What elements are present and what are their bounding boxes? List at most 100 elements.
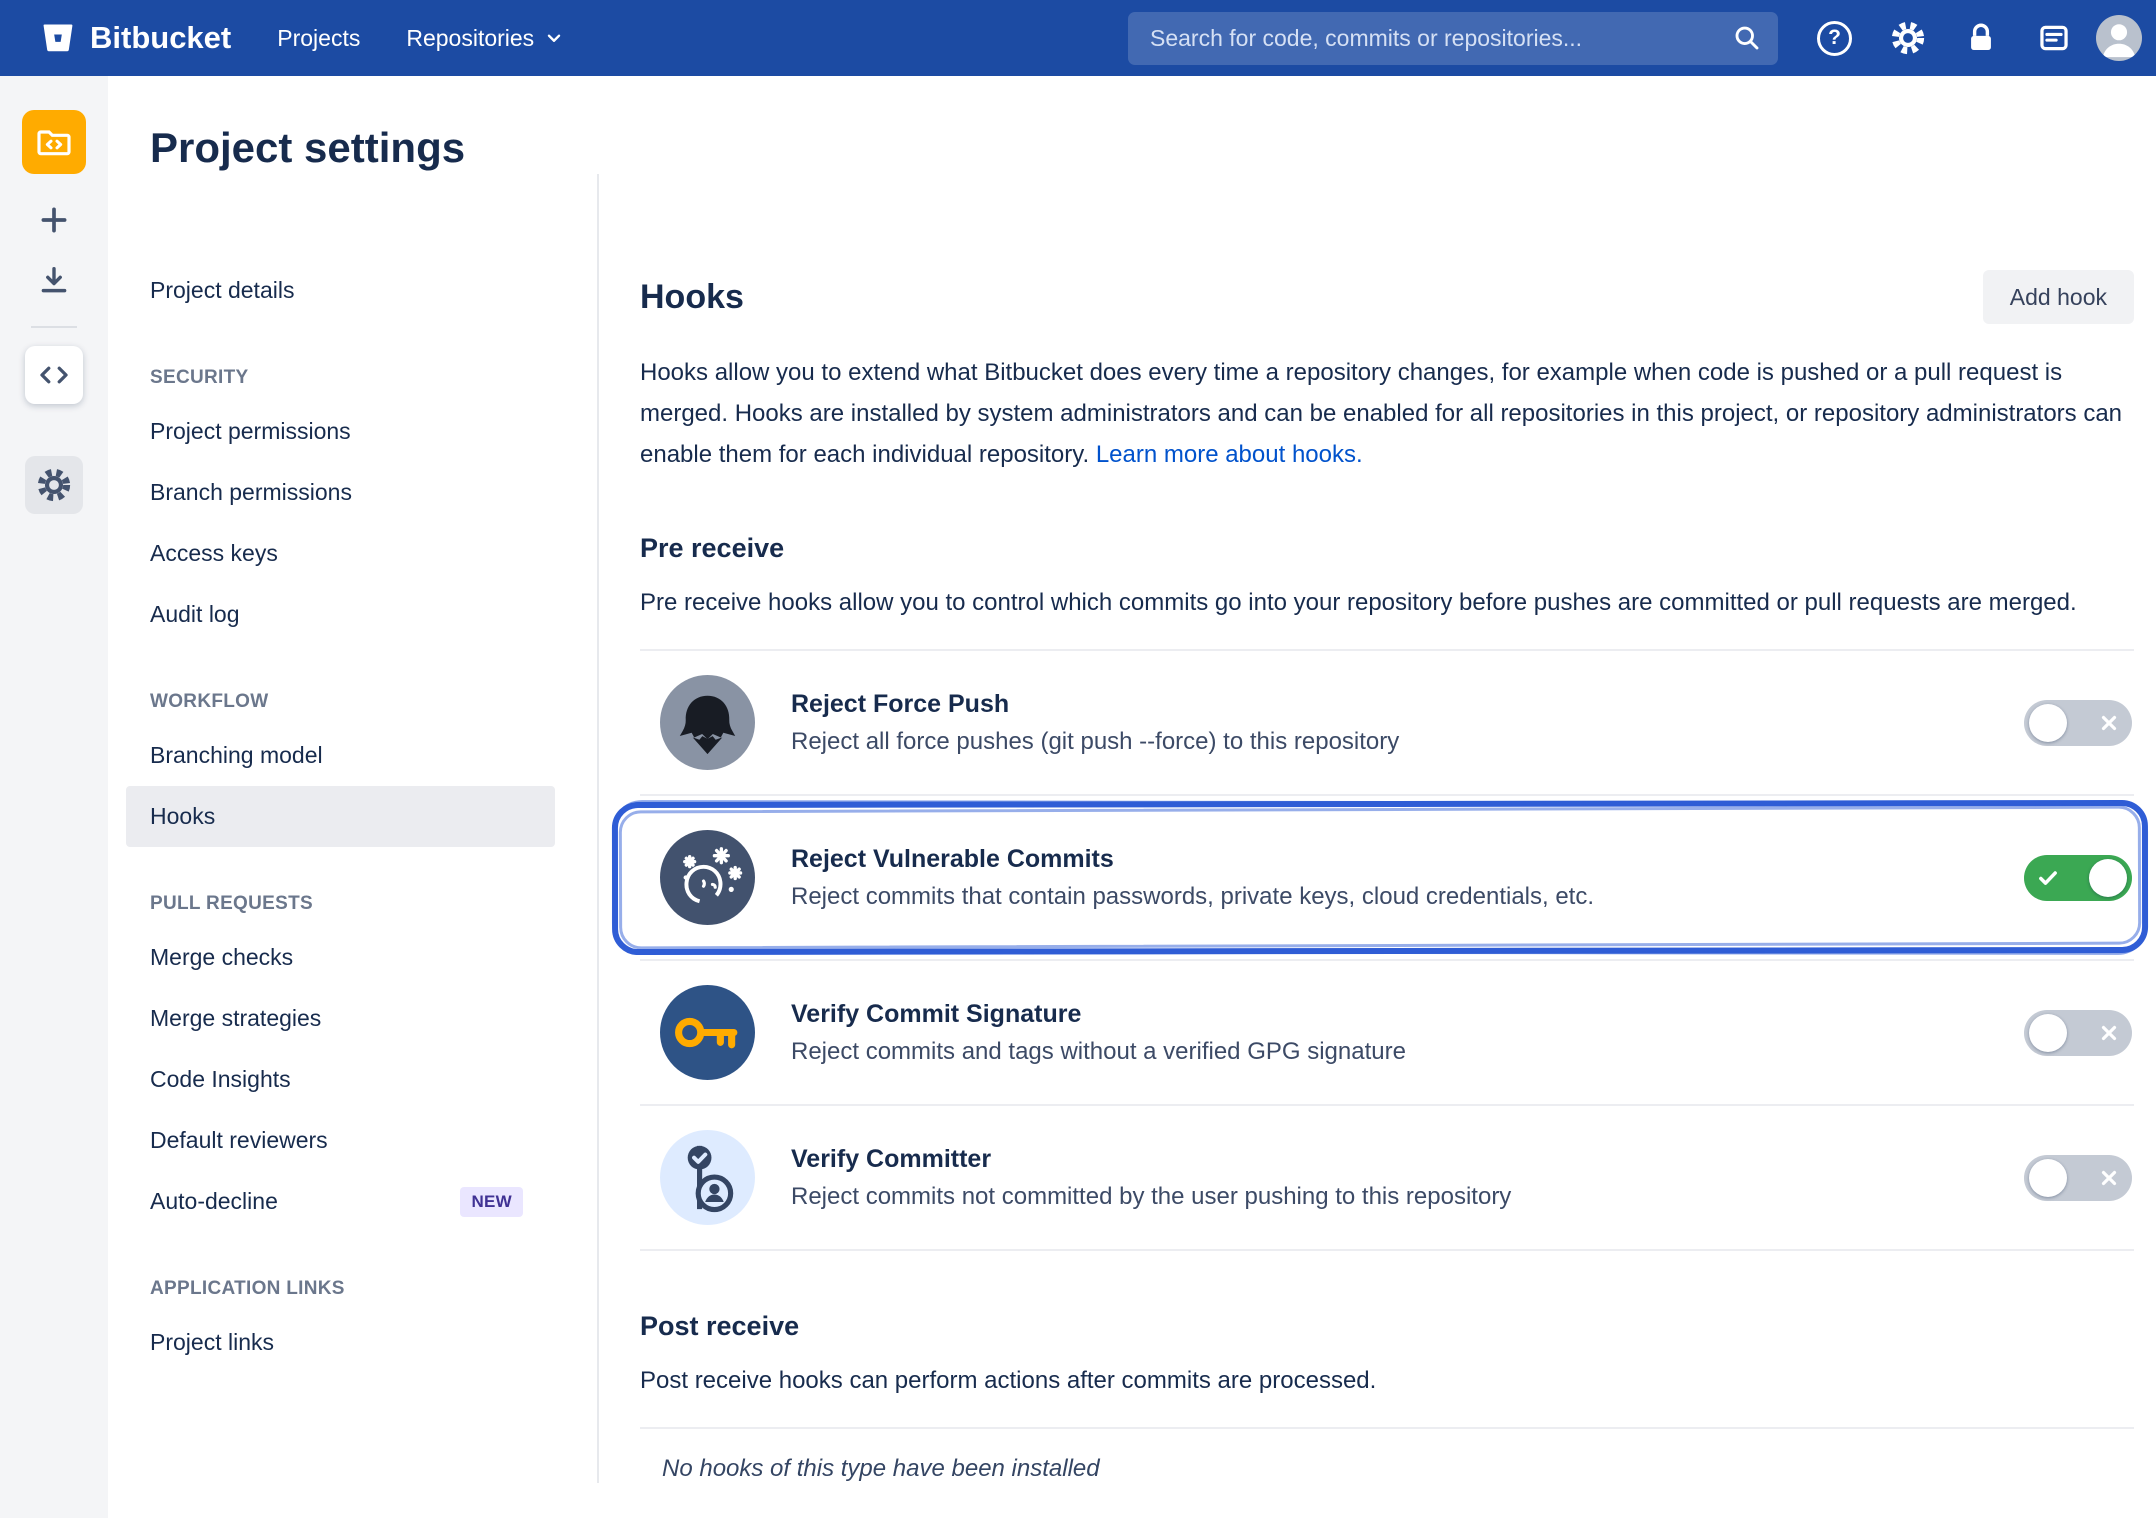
settings-button[interactable] [1871, 10, 1944, 66]
hook-toggle-reject-vulnerable-commits[interactable] [2024, 855, 2132, 901]
project-settings-rail-button[interactable] [25, 456, 83, 514]
panel-icon [2037, 21, 2071, 55]
learn-more-link[interactable]: Learn more about hooks. [1096, 441, 1363, 468]
plus-icon [37, 203, 71, 237]
bitbucket-project-settings-page: Bitbucket Projects Repositories ? [0, 0, 2156, 1518]
hook-row-verify-commit-signature: Verify Commit Signature Reject commits a… [640, 961, 2134, 1106]
sidebar-item-branch-permissions[interactable]: Branch permissions [126, 462, 555, 523]
pre-receive-hook-list: Reject Force Push Reject all force pushe… [640, 649, 2134, 1251]
brand-name: Bitbucket [90, 20, 231, 56]
sidebar-section-application-links: APPLICATION LINKS Project links [150, 1276, 555, 1373]
post-receive-title: Post receive [640, 1309, 2134, 1343]
hook-title: Verify Committer [791, 1145, 1988, 1174]
sidebar-item-project-links[interactable]: Project links [126, 1312, 555, 1373]
sidebar-section-pull-requests: PULL REQUESTS Merge checks Merge strateg… [150, 891, 555, 1232]
page-title: Project settings [150, 122, 2156, 174]
sidebar-section-security: SECURITY Project permissions Branch perm… [150, 365, 555, 645]
sidebar-section-title: PULL REQUESTS [150, 891, 555, 917]
clone-download-button[interactable] [25, 258, 83, 302]
sidebar-item-code-insights[interactable]: Code Insights [126, 1049, 555, 1110]
hook-description: Reject commits that contain passwords, p… [791, 883, 1988, 911]
gear-icon [35, 466, 73, 504]
hook-row-reject-vulnerable-commits: Reject Vulnerable Commits Reject commits… [640, 796, 2134, 961]
hook-row-reject-force-push: Reject Force Push Reject all force pushe… [640, 651, 2134, 796]
project-avatar[interactable] [22, 110, 86, 174]
post-receive-hook-list: No hooks of this type have been installe… [640, 1427, 2134, 1483]
search-input[interactable] [1148, 24, 1732, 53]
toggle-knob [2029, 1159, 2067, 1197]
toggle-knob [2029, 704, 2067, 742]
nav-projects-label: Projects [277, 25, 360, 52]
sidebar-item-branching-model[interactable]: Branching model [126, 725, 555, 786]
sidebar-item-hooks[interactable]: Hooks [126, 786, 555, 847]
check-icon [2037, 867, 2059, 889]
top-navigation: Bitbucket Projects Repositories ? [0, 0, 2156, 76]
global-search[interactable] [1128, 12, 1778, 65]
sidebar-section-workflow: WORKFLOW Branching model Hooks [150, 689, 555, 847]
bitbucket-logo-icon [40, 20, 76, 56]
new-badge: NEW [460, 1187, 523, 1217]
hooks-heading: Hooks [640, 275, 744, 319]
sidebar-item-label: Auto-decline [150, 1188, 278, 1215]
bitbucket-home-link[interactable]: Bitbucket [40, 20, 231, 56]
lock-icon [1964, 21, 1998, 55]
face-stars-icon [660, 830, 755, 925]
project-folder-code-icon [34, 122, 74, 162]
darth-vader-icon [660, 675, 755, 770]
add-hook-button[interactable]: Add hook [1983, 270, 2134, 324]
primary-nav: Projects Repositories [277, 25, 565, 52]
hook-row-verify-committer: Verify Committer Reject commits not comm… [640, 1106, 2134, 1251]
toggle-knob [2029, 1014, 2067, 1052]
sidebar-item-merge-checks[interactable]: Merge checks [126, 927, 555, 988]
sidebar-section-title: APPLICATION LINKS [150, 1276, 555, 1302]
empty-hooks-message: No hooks of this type have been installe… [662, 1455, 2134, 1483]
rail-divider [31, 326, 77, 328]
gear-icon [1889, 19, 1927, 57]
sidebar-item-merge-strategies[interactable]: Merge strategies [126, 988, 555, 1049]
sidebar-item-access-keys[interactable]: Access keys [126, 523, 555, 584]
committer-icon [660, 1130, 755, 1225]
download-icon [37, 263, 71, 297]
create-button[interactable] [25, 198, 83, 242]
settings-sidebar: Project details SECURITY Project permiss… [150, 174, 599, 1483]
hook-toggle-verify-commit-signature[interactable] [2024, 1010, 2132, 1056]
toggle-knob [2089, 859, 2127, 897]
nav-projects[interactable]: Projects [277, 25, 360, 52]
hook-toggle-reject-force-push[interactable] [2024, 700, 2132, 746]
sidebar-item-project-details[interactable]: Project details [126, 260, 555, 321]
hook-title: Verify Commit Signature [791, 1000, 1988, 1029]
user-avatar-icon [2096, 15, 2142, 61]
hooks-panel: Hooks Add hook Hooks allow you to extend… [599, 174, 2156, 1483]
app-rail [0, 76, 108, 1518]
hook-toggle-verify-committer[interactable] [2024, 1155, 2132, 1201]
help-button[interactable]: ? [1798, 10, 1871, 66]
sidebar-section-title: SECURITY [150, 365, 555, 391]
pre-receive-description: Pre receive hooks allow you to control w… [640, 583, 2134, 623]
admin-lock-button[interactable] [1944, 10, 2017, 66]
search-icon[interactable] [1732, 23, 1762, 53]
main-area: Project settings Project details SECURIT… [108, 76, 2156, 1518]
cross-icon [2099, 713, 2119, 733]
key-icon [660, 985, 755, 1080]
hook-title: Reject Force Push [791, 690, 1988, 719]
hook-title: Reject Vulnerable Commits [791, 845, 1988, 874]
pre-receive-title: Pre receive [640, 531, 2134, 565]
user-avatar[interactable] [2096, 15, 2142, 61]
cross-icon [2099, 1168, 2119, 1188]
chevron-down-icon [543, 27, 565, 49]
sidebar-item-audit-log[interactable]: Audit log [126, 584, 555, 645]
feedback-panel-button[interactable] [2017, 10, 2090, 66]
hook-description: Reject commits not committed by the user… [791, 1183, 1988, 1211]
post-receive-description: Post receive hooks can perform actions a… [640, 1361, 2134, 1401]
sidebar-item-project-permissions[interactable]: Project permissions [126, 401, 555, 462]
cross-icon [2099, 1023, 2119, 1043]
source-code-button[interactable] [25, 346, 83, 404]
code-icon [36, 357, 72, 393]
nav-repositories-label: Repositories [406, 25, 534, 52]
hook-description: Reject commits and tags without a verifi… [791, 1038, 1988, 1066]
sidebar-item-auto-decline[interactable]: Auto-decline NEW [126, 1171, 555, 1232]
help-icon: ? [1817, 21, 1852, 56]
sidebar-item-default-reviewers[interactable]: Default reviewers [126, 1110, 555, 1171]
nav-repositories[interactable]: Repositories [406, 25, 565, 52]
hook-description: Reject all force pushes (git push --forc… [791, 728, 1988, 756]
